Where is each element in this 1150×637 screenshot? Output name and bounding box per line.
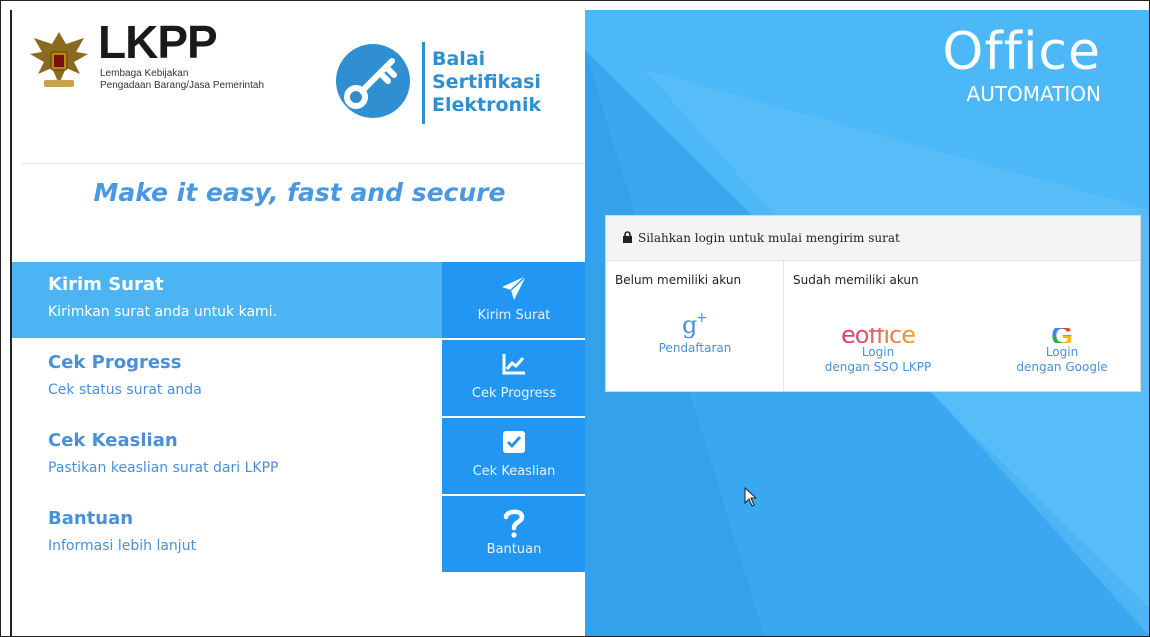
bantuan-button[interactable]: Bantuan <box>442 496 586 572</box>
cek-progress-button[interactable]: Cek Progress <box>442 340 586 416</box>
menu-item-text[interactable]: Cek Keaslian Pastikan keaslian surat dar… <box>12 418 442 494</box>
bse-key-logo-icon <box>336 44 410 118</box>
header-divider <box>22 163 587 164</box>
office-subtitle: AUTOMATION <box>966 82 1101 106</box>
sso-login-line2: dengan SSO LKPP <box>824 360 932 374</box>
menu-item-cek-keaslian[interactable]: Cek Keaslian Pastikan keaslian surat dar… <box>12 418 587 496</box>
sso-login-line1: Login <box>861 345 895 359</box>
button-label: Cek Keaslian <box>472 464 556 479</box>
google-plus-icon: g + <box>606 307 784 339</box>
kirim-surat-button[interactable]: Kirim Surat <box>442 262 586 338</box>
eoffice-brand: eoffice <box>841 321 916 349</box>
bse-line1: Balai <box>432 48 486 70</box>
menu-item-text[interactable]: Kirim Surat Kirimkan surat anda untuk ka… <box>12 262 442 338</box>
login-google-option[interactable]: G Login dengan Google <box>992 311 1132 375</box>
lkpp-logo-text: LKPP <box>98 16 218 68</box>
bse-line3: Elektronik <box>432 94 542 116</box>
cek-keaslian-button[interactable]: Cek Keaslian <box>442 418 586 494</box>
svg-text:+: + <box>696 310 708 326</box>
menu-item-desc: Informasi lebih lanjut <box>48 538 197 554</box>
eoffice-logo-icon: eoffice <box>784 311 972 349</box>
check-square-icon <box>442 430 586 460</box>
tagline: Make it easy, fast and secure <box>93 178 506 207</box>
menu-item-title: Cek Keaslian <box>48 430 178 451</box>
chart-line-icon <box>442 352 586 382</box>
menu-item-title: Cek Progress <box>48 352 182 373</box>
question-icon <box>442 508 586 538</box>
right-panel: Office AUTOMATION Silahkan login untuk m… <box>585 10 1149 636</box>
mouse-cursor-icon <box>744 487 758 507</box>
register-heading: Belum memiliki akun <box>615 273 742 287</box>
menu-item-desc: Cek status surat anda <box>48 382 202 398</box>
lkpp-subtitle-line2: Pengadaan Barang/Jasa Pemerintah <box>100 80 265 91</box>
button-label: Kirim Surat <box>477 308 551 323</box>
left-panel: LKPP Lembaga Kebijakan Pengadaan Barang/… <box>10 10 587 636</box>
login-card-header: Silahkan login untuk mulai mengirim sura… <box>606 216 1140 261</box>
menu-item-desc: Pastikan keaslian surat dari LKPP <box>48 460 279 476</box>
register-option[interactable]: g + Pendaftaran <box>606 307 784 356</box>
menu-item-cek-progress[interactable]: Cek Progress Cek status surat anda Cek P… <box>12 340 587 418</box>
logo-area: LKPP Lembaga Kebijakan Pengadaan Barang/… <box>12 10 587 163</box>
menu-item-desc: Kirimkan surat anda untuk kami. <box>48 304 278 320</box>
login-heading: Sudah memiliki akun <box>793 273 919 287</box>
lock-icon <box>622 230 633 246</box>
google-brand: G <box>1051 320 1073 351</box>
bse-logo-text: Balai Sertifikasi Elektronik <box>432 48 541 117</box>
login-sso-option[interactable]: eoffice Login dengan SSO LKPP <box>784 311 972 375</box>
google-login-line1: Login <box>1045 345 1079 359</box>
login-column: Sudah memiliki akun eoffice Login dengan… <box>784 261 1140 391</box>
login-card-body: Belum memiliki akun g + Pendaftaran Suda… <box>606 261 1140 391</box>
register-column: Belum memiliki akun g + Pendaftaran <box>606 261 784 391</box>
app-frame: LKPP Lembaga Kebijakan Pengadaan Barang/… <box>0 0 1150 637</box>
paper-plane-icon <box>442 274 586 304</box>
menu-item-title: Kirim Surat <box>48 274 164 295</box>
top-strip <box>1 1 1149 10</box>
button-label: Bantuan <box>486 542 542 557</box>
register-label: Pendaftaran <box>658 341 732 355</box>
lkpp-subtitle: Lembaga Kebijakan Pengadaan Barang/Jasa … <box>100 68 264 92</box>
menu-item-text[interactable]: Bantuan Informasi lebih lanjut <box>12 496 442 572</box>
google-login-line2: dengan Google <box>1016 360 1108 374</box>
menu-item-text[interactable]: Cek Progress Cek status surat anda <box>12 340 442 416</box>
bse-divider <box>422 42 425 124</box>
lkpp-subtitle-line1: Lembaga Kebijakan <box>100 68 189 79</box>
button-label: Cek Progress <box>471 386 557 401</box>
login-header-text: Silahkan login untuk mulai mengirim sura… <box>638 231 900 245</box>
login-card: Silahkan login untuk mulai mengirim sura… <box>605 215 1141 392</box>
main-menu: Kirim Surat Kirimkan surat anda untuk ka… <box>12 262 587 574</box>
bse-line2: Sertifikasi <box>432 71 541 93</box>
menu-item-bantuan[interactable]: Bantuan Informasi lebih lanjut Bantuan <box>12 496 587 574</box>
garuda-emblem-icon <box>30 32 88 87</box>
office-title: Office <box>942 22 1101 82</box>
menu-item-kirim-surat[interactable]: Kirim Surat Kirimkan surat anda untuk ka… <box>12 262 587 340</box>
menu-item-title: Bantuan <box>48 508 134 529</box>
google-logo-icon: G <box>992 311 1132 351</box>
